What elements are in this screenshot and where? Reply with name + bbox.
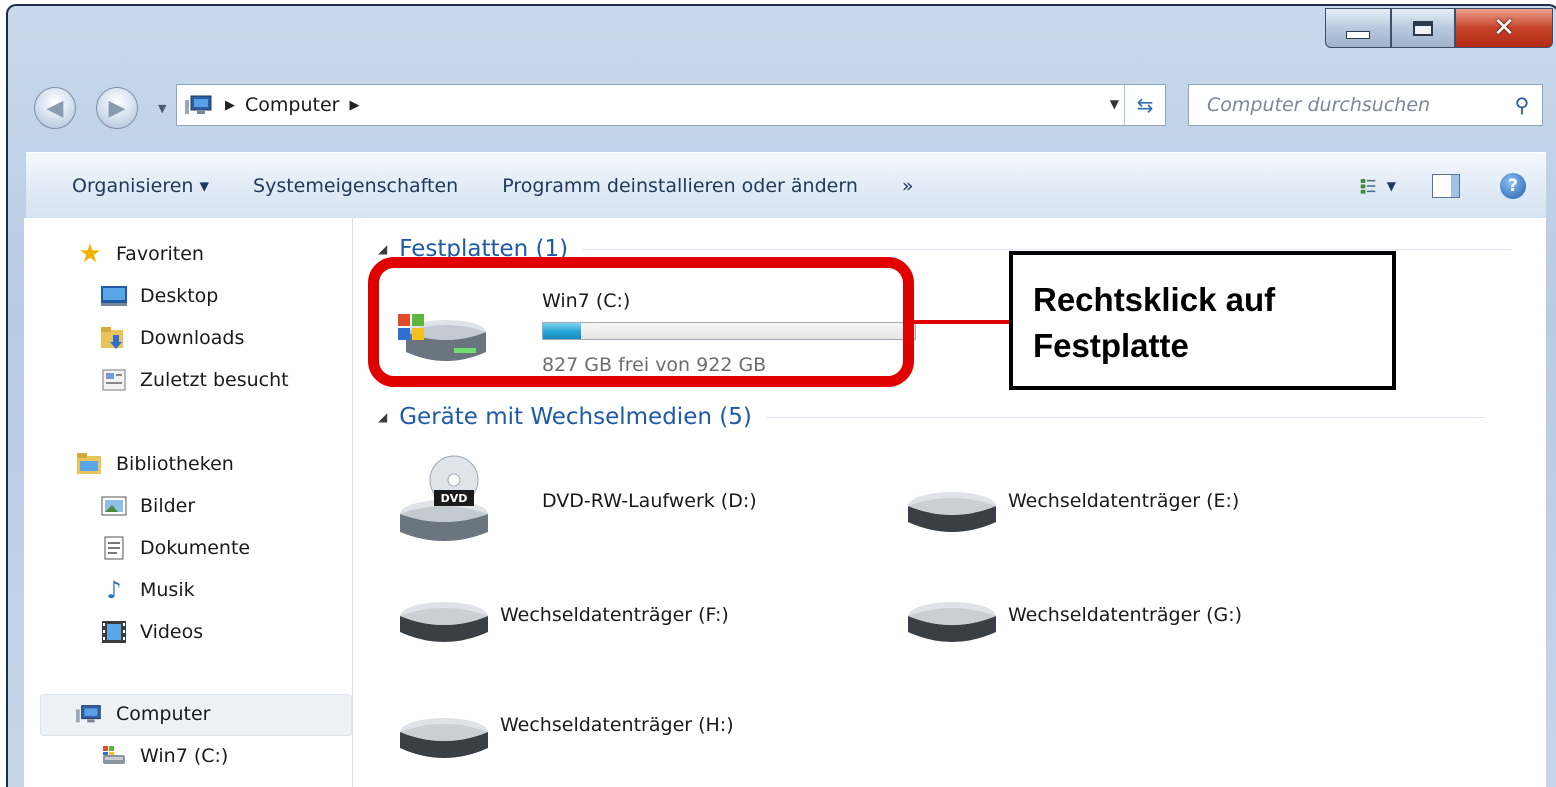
view-controls: ▼ ? bbox=[1360, 153, 1526, 219]
callout-connector bbox=[914, 320, 1010, 324]
drive-h-tile[interactable]: Wechseldatenträger (H:) bbox=[394, 678, 834, 778]
help-button[interactable]: ? bbox=[1500, 173, 1526, 199]
drive-f-tile[interactable]: Wechseldatenträger (F:) bbox=[394, 568, 834, 668]
drive-d-tile[interactable]: DVD DVD-RW-Laufwerk (D:) bbox=[394, 454, 834, 554]
group-divider bbox=[582, 248, 1513, 250]
minimize-icon bbox=[1346, 31, 1370, 39]
nav-recent-label: Zuletzt besucht bbox=[140, 369, 289, 391]
refresh-button[interactable]: ⇆ bbox=[1124, 85, 1165, 125]
drive-h-name: Wechseldatenträger (H:) bbox=[500, 714, 734, 736]
navigation-bar: ◀ ▶ ▼ ▶ Computer ▶ ▼ ⇆ Computer durchsuc… bbox=[8, 76, 1556, 138]
nav-downloads-label: Downloads bbox=[140, 327, 245, 349]
preview-pane-icon bbox=[1451, 175, 1459, 197]
history-dropdown-icon[interactable]: ▼ bbox=[158, 102, 166, 115]
search-icon[interactable]: ⚲ bbox=[1502, 93, 1542, 117]
nav-documents[interactable]: Dokumente bbox=[100, 536, 250, 560]
collapse-triangle-icon[interactable]: ◢ bbox=[378, 242, 387, 256]
dvd-drive-icon: DVD bbox=[400, 455, 488, 541]
back-arrow-icon: ◀ bbox=[46, 95, 64, 121]
collapse-triangle-icon[interactable]: ◢ bbox=[378, 410, 387, 424]
desktop-icon bbox=[100, 284, 128, 308]
nav-drive-c-label: Win7 (C:) bbox=[140, 745, 229, 767]
breadcrumb-computer[interactable]: Computer bbox=[245, 94, 339, 116]
nav-drive-c[interactable]: Win7 (C:) bbox=[100, 744, 228, 768]
forward-button[interactable]: ▶ bbox=[96, 87, 138, 129]
caption-controls: ✕ bbox=[1325, 8, 1553, 48]
removable-drive-icon bbox=[908, 602, 996, 642]
breadcrumb-separator-icon: ▶ bbox=[225, 97, 235, 113]
videos-icon bbox=[100, 620, 128, 644]
breadcrumb-separator-icon[interactable]: ▶ bbox=[349, 98, 359, 113]
nav-documents-label: Dokumente bbox=[140, 537, 251, 559]
nav-videos[interactable]: Videos bbox=[100, 620, 203, 644]
libraries-icon bbox=[76, 452, 104, 476]
downloads-folder-icon bbox=[100, 326, 128, 350]
drive-e-name: Wechseldatenträger (E:) bbox=[1008, 490, 1240, 512]
address-bar[interactable]: ▶ Computer ▶ ▼ ⇆ bbox=[176, 84, 1166, 126]
nav-computer-label: Computer bbox=[116, 703, 211, 725]
search-input[interactable]: Computer durchsuchen bbox=[1207, 94, 1502, 116]
nav-desktop[interactable]: Desktop bbox=[100, 284, 218, 308]
search-box[interactable]: Computer durchsuchen ⚲ bbox=[1188, 84, 1543, 126]
group-removable-title: Geräte mit Wechselmedien (5) bbox=[399, 404, 752, 430]
nav-pictures[interactable]: Bilder bbox=[100, 494, 195, 518]
annotation-callout: Rechtsklick auf Festplatte bbox=[1009, 251, 1396, 390]
drive-c-highlight bbox=[368, 257, 914, 387]
navigation-pane: ★ Favoriten Desktop Downloads Zuletzt be… bbox=[24, 218, 353, 787]
windows-drive-icon bbox=[100, 744, 128, 768]
nav-music[interactable]: ♪ Musik bbox=[100, 576, 195, 604]
star-icon: ★ bbox=[78, 239, 102, 269]
drive-d-name: DVD-RW-Laufwerk (D:) bbox=[542, 490, 757, 512]
music-icon: ♪ bbox=[106, 576, 122, 604]
drive-e-tile[interactable]: Wechseldatenträger (E:) bbox=[902, 454, 1342, 554]
nav-downloads[interactable]: Downloads bbox=[100, 326, 244, 350]
command-bar: Organisieren ▾ Systemeigenschaften Progr… bbox=[26, 152, 1546, 220]
address-dropdown-icon[interactable]: ▼ bbox=[1110, 97, 1119, 111]
nav-libraries-label: Bibliotheken bbox=[116, 453, 234, 475]
nav-pictures-label: Bilder bbox=[140, 495, 196, 517]
drive-g-tile[interactable]: Wechseldatenträger (G:) bbox=[902, 568, 1342, 668]
documents-icon bbox=[100, 536, 128, 560]
nav-favorites-label: Favoriten bbox=[116, 243, 204, 265]
more-commands-button[interactable]: » bbox=[902, 175, 914, 197]
explorer-window: ✕ ◀ ▶ ▼ ▶ Computer ▶ ▼ ⇆ Computer durchs… bbox=[6, 4, 1556, 787]
drive-f-name: Wechseldatenträger (F:) bbox=[500, 604, 729, 626]
view-dropdown-icon: ▼ bbox=[1386, 179, 1396, 193]
close-button[interactable]: ✕ bbox=[1455, 8, 1553, 48]
organize-menu[interactable]: Organisieren ▾ bbox=[72, 175, 209, 197]
group-removable[interactable]: ◢ Geräte mit Wechselmedien (5) bbox=[378, 404, 1484, 430]
maximize-icon bbox=[1413, 20, 1433, 36]
recent-places-icon bbox=[100, 368, 128, 392]
back-button[interactable]: ◀ bbox=[34, 87, 76, 129]
system-properties-button[interactable]: Systemeigenschaften bbox=[253, 175, 458, 197]
computer-icon bbox=[76, 702, 104, 726]
help-icon: ? bbox=[1508, 176, 1518, 196]
nav-favorites[interactable]: ★ Favoriten bbox=[76, 239, 204, 269]
removable-drive-icon bbox=[908, 492, 996, 532]
nav-videos-label: Videos bbox=[140, 621, 204, 643]
nav-desktop-label: Desktop bbox=[140, 285, 219, 307]
annotation-text: Rechtsklick auf Festplatte bbox=[1033, 281, 1276, 364]
nav-music-label: Musik bbox=[140, 579, 195, 601]
nav-recent[interactable]: Zuletzt besucht bbox=[100, 368, 289, 392]
removable-drive-icon bbox=[400, 602, 488, 642]
refresh-icon: ⇆ bbox=[1136, 93, 1154, 117]
preview-pane-button[interactable] bbox=[1432, 174, 1460, 198]
close-icon: ✕ bbox=[1493, 13, 1515, 43]
maximize-button[interactable] bbox=[1391, 8, 1455, 48]
nav-libraries[interactable]: Bibliotheken bbox=[76, 452, 234, 476]
computer-icon bbox=[185, 95, 212, 114]
forward-arrow-icon: ▶ bbox=[108, 95, 126, 121]
group-divider bbox=[765, 416, 1484, 418]
pictures-icon bbox=[100, 494, 128, 518]
svg-text:DVD: DVD bbox=[441, 492, 468, 505]
change-view-button[interactable]: ▼ bbox=[1360, 173, 1396, 199]
uninstall-program-button[interactable]: Programm deinstallieren oder ändern bbox=[502, 175, 858, 197]
minimize-button[interactable] bbox=[1325, 8, 1391, 48]
view-details-icon bbox=[1360, 179, 1376, 194]
nav-computer[interactable]: Computer bbox=[76, 702, 210, 726]
drive-g-name: Wechseldatenträger (G:) bbox=[1008, 604, 1243, 626]
removable-drive-icon bbox=[400, 718, 488, 758]
